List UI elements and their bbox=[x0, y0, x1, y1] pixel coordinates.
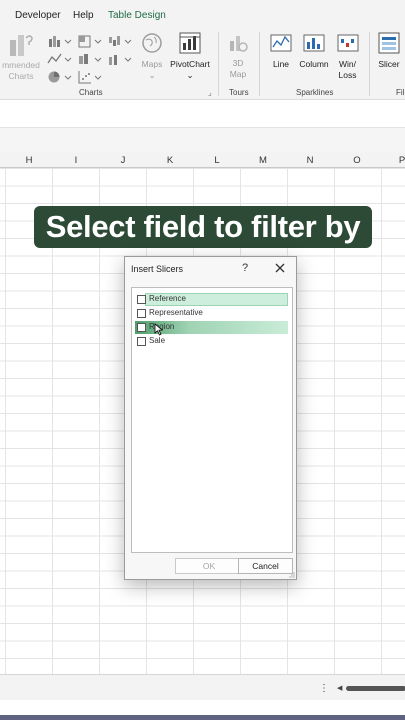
combo-chart-dropdown[interactable] bbox=[107, 52, 137, 66]
combo-chart-icon bbox=[109, 55, 132, 65]
field-sale[interactable]: Sale bbox=[135, 335, 289, 348]
scroll-left-icon[interactable]: ◀ bbox=[337, 684, 342, 692]
field-checkbox[interactable] bbox=[137, 309, 146, 318]
ok-button[interactable]: OK bbox=[175, 558, 243, 574]
dialog-title: Insert Slicers bbox=[131, 264, 184, 274]
statistic-chart-icon bbox=[79, 54, 102, 64]
pivotchart-icon bbox=[179, 32, 201, 54]
status-strip bbox=[0, 700, 405, 720]
line-chart-dropdown[interactable] bbox=[47, 52, 77, 66]
3d-map-label-1: 3D bbox=[232, 58, 244, 68]
column-header-i[interactable]: I bbox=[66, 155, 86, 166]
maps-dropdown-caret: ⌄ bbox=[148, 70, 156, 80]
statistic-chart-dropdown[interactable] bbox=[77, 52, 107, 66]
taskbar-edge bbox=[0, 715, 405, 720]
insert-slicers-dialog: Insert Slicers ? Reference Representativ… bbox=[124, 256, 297, 580]
tab-developer[interactable]: Developer bbox=[15, 10, 61, 21]
sparkline-winloss-label-1: Win/ bbox=[339, 59, 356, 69]
waterfall-chart-dropdown[interactable] bbox=[107, 34, 137, 48]
slicer-field-list: Reference Representative Region Sale bbox=[131, 287, 293, 553]
3d-map-button[interactable]: 3D Map bbox=[224, 32, 252, 80]
sparklines-group-label: Sparklines bbox=[296, 88, 334, 97]
filters-group-label-partial: Fil bbox=[396, 88, 405, 97]
maps-button[interactable]: Maps ⌄ bbox=[139, 32, 165, 81]
column-header-p[interactable]: P bbox=[392, 155, 405, 166]
3d-map-label-2: Map bbox=[229, 69, 247, 79]
column-header-j[interactable]: J bbox=[113, 155, 133, 166]
formula-bar[interactable] bbox=[0, 100, 405, 128]
tab-help[interactable]: Help bbox=[73, 10, 94, 21]
horizontal-scrollbar-thumb[interactable] bbox=[346, 686, 405, 691]
video-caption: Select field to filter by bbox=[34, 206, 372, 248]
sheet-tab-bar: ⋮ ◀ bbox=[0, 674, 405, 700]
tab-table-design[interactable]: Table Design bbox=[108, 10, 166, 21]
sparkline-line-label: Line bbox=[272, 59, 290, 69]
sparkline-column-label: Column bbox=[299, 59, 329, 69]
column-header-h[interactable]: H bbox=[19, 155, 39, 166]
field-label: Reference bbox=[149, 294, 186, 303]
field-label: Sale bbox=[149, 336, 166, 345]
pivotchart-button[interactable]: PivotChart ⌄ bbox=[168, 32, 212, 81]
ribbon-separator bbox=[369, 32, 370, 96]
pie-chart-dropdown[interactable] bbox=[47, 70, 77, 84]
column-chart-icon bbox=[49, 36, 72, 47]
column-header-l[interactable]: L bbox=[207, 155, 227, 166]
close-icon[interactable] bbox=[273, 261, 287, 275]
recommended-charts-label-1: mmended bbox=[2, 60, 40, 70]
sparkline-column-button[interactable]: Column bbox=[297, 32, 331, 70]
field-checkbox[interactable] bbox=[137, 323, 146, 332]
field-checkbox[interactable] bbox=[137, 295, 146, 304]
slicer-icon bbox=[378, 32, 400, 54]
recommended-charts-button[interactable]: mmended Charts bbox=[0, 32, 42, 82]
column-sparkline-icon bbox=[303, 34, 325, 52]
waterfall-chart-icon bbox=[109, 36, 132, 46]
menu-tab-bar: Developer Help Table Design bbox=[0, 0, 405, 30]
ribbon: mmended Charts Maps ⌄ PivotChart ⌄ ⌟ Cha… bbox=[0, 30, 405, 100]
resize-grip-icon[interactable] bbox=[289, 572, 295, 578]
hierarchy-chart-icon bbox=[78, 35, 102, 48]
column-header-o[interactable]: O bbox=[347, 155, 367, 166]
winloss-sparkline-icon bbox=[337, 34, 358, 52]
hierarchy-chart-dropdown[interactable] bbox=[77, 34, 107, 48]
ribbon-separator bbox=[259, 32, 260, 96]
sparkline-winloss-label-2: Loss bbox=[338, 70, 357, 80]
pivotchart-label: PivotChart bbox=[170, 59, 210, 69]
field-label: Representative bbox=[149, 308, 203, 317]
charts-group-label: Charts bbox=[79, 88, 103, 97]
slicer-label: Slicer bbox=[378, 59, 400, 69]
recommended-charts-label-2: Charts bbox=[8, 71, 34, 81]
column-chart-dropdown[interactable] bbox=[47, 34, 77, 48]
line-sparkline-icon bbox=[270, 34, 292, 52]
help-icon[interactable]: ? bbox=[242, 262, 248, 274]
recommended-charts-icon bbox=[10, 35, 33, 56]
pivotchart-dropdown-caret: ⌄ bbox=[186, 70, 194, 80]
sparkline-line-button[interactable]: Line bbox=[268, 32, 294, 70]
sparkline-winloss-button[interactable]: Win/ Loss bbox=[334, 32, 361, 81]
cancel-button[interactable]: Cancel bbox=[238, 558, 293, 574]
scatter-chart-icon bbox=[78, 71, 102, 84]
tours-group-label: Tours bbox=[229, 88, 249, 97]
scatter-chart-dropdown[interactable] bbox=[77, 70, 107, 84]
pie-chart-icon bbox=[48, 71, 72, 83]
ribbon-separator bbox=[218, 32, 219, 96]
column-header-m[interactable]: M bbox=[253, 155, 273, 166]
field-representative[interactable]: Representative bbox=[135, 307, 289, 320]
more-options-icon[interactable]: ⋮ bbox=[319, 683, 329, 694]
column-header-row: H I J K L M N O P bbox=[0, 152, 405, 168]
field-region[interactable]: Region bbox=[135, 321, 289, 336]
3d-map-icon bbox=[230, 36, 248, 52]
maps-label: Maps bbox=[141, 59, 163, 69]
sheet-toolbar-gap bbox=[0, 128, 405, 152]
column-header-k[interactable]: K bbox=[160, 155, 180, 166]
charts-dialog-launcher-icon[interactable]: ⌟ bbox=[208, 88, 212, 97]
globe-icon bbox=[142, 33, 162, 53]
slicer-button[interactable]: Slicer bbox=[376, 32, 402, 70]
field-checkbox[interactable] bbox=[137, 337, 146, 346]
column-header-n[interactable]: N bbox=[300, 155, 320, 166]
field-reference[interactable]: Reference bbox=[135, 293, 289, 306]
line-chart-icon bbox=[47, 53, 72, 64]
